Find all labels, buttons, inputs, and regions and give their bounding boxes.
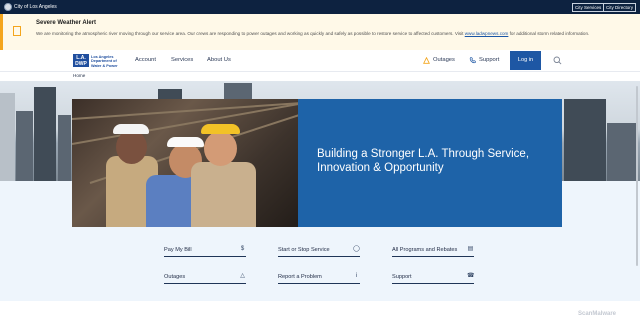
- city-name[interactable]: City of Los Angeles: [14, 3, 57, 11]
- breadcrumb-home[interactable]: Home: [73, 73, 85, 78]
- dollar-icon: $: [240, 246, 245, 252]
- nav-outages[interactable]: Outages: [433, 57, 455, 63]
- alert-message: We are monitoring the atmospheric river …: [36, 30, 634, 37]
- scanmalware-watermark: ScanMalware: [578, 311, 617, 317]
- city-services-link[interactable]: City Services: [572, 3, 605, 12]
- page-scrollbar[interactable]: [636, 86, 638, 266]
- quick-link-support[interactable]: Support ☎: [392, 273, 474, 284]
- phone-icon: ☎: [467, 273, 475, 279]
- alert-icon: [13, 26, 21, 36]
- weather-alert: Severe Weather Alert We are monitoring t…: [0, 14, 640, 50]
- nav-account[interactable]: Account: [135, 57, 156, 63]
- quick-link-label: Report a Problem: [278, 274, 322, 280]
- warning-icon: △: [240, 273, 245, 279]
- info-icon: i: [355, 273, 358, 279]
- nav-about-us[interactable]: About Us: [207, 57, 231, 63]
- quick-link-pay-my-bill[interactable]: Pay My Bill $: [164, 246, 246, 257]
- quick-link-report-problem[interactable]: Report a Problem i: [278, 273, 360, 284]
- main-navigation: L.A. DWP Los Angeles Department of Water…: [0, 50, 640, 72]
- support-phone-icon: [469, 57, 476, 64]
- quick-link-programs-rebates[interactable]: All Programs and Rebates ▤: [392, 246, 474, 257]
- login-button[interactable]: Log in: [510, 51, 541, 70]
- city-directory-link[interactable]: City Directory: [603, 3, 637, 12]
- quick-link-label: Support: [392, 274, 412, 280]
- ladwp-logo-mark[interactable]: L.A. DWP: [73, 54, 89, 67]
- outages-icon: [423, 57, 430, 64]
- alert-title: Severe Weather Alert: [36, 20, 97, 26]
- ladwp-news-link[interactable]: www.ladwpnews.com: [465, 31, 509, 36]
- hero-workers-photo: [72, 99, 298, 227]
- rebates-icon: ▤: [467, 246, 474, 252]
- nav-services[interactable]: Services: [171, 57, 193, 63]
- hero-title: Building a Stronger L.A. Through Service…: [317, 148, 530, 174]
- city-topbar: City of Los Angeles City Services City D…: [0, 0, 640, 14]
- quick-link-label: Outages: [164, 274, 186, 280]
- alert-message-end: for additional storm related information…: [509, 31, 590, 36]
- quick-link-start-stop-service[interactable]: Start or Stop Service ◯: [278, 246, 360, 257]
- breadcrumb: Home: [0, 72, 640, 81]
- ladwp-logo-text[interactable]: Los Angeles Department of Water & Power: [91, 55, 121, 68]
- alert-message-start: We are monitoring the atmospheric river …: [36, 31, 464, 36]
- city-seal-icon: [4, 3, 12, 11]
- nav-support[interactable]: Support: [479, 57, 499, 63]
- power-icon: ◯: [353, 246, 360, 252]
- quick-link-label: Pay My Bill: [164, 247, 192, 253]
- quick-link-label: Start or Stop Service: [278, 247, 330, 253]
- quick-link-label: All Programs and Rebates: [392, 247, 458, 253]
- hero-message-panel: Building a Stronger L.A. Through Service…: [298, 99, 562, 227]
- quick-link-outages[interactable]: Outages △: [164, 273, 246, 284]
- search-icon[interactable]: [553, 56, 562, 65]
